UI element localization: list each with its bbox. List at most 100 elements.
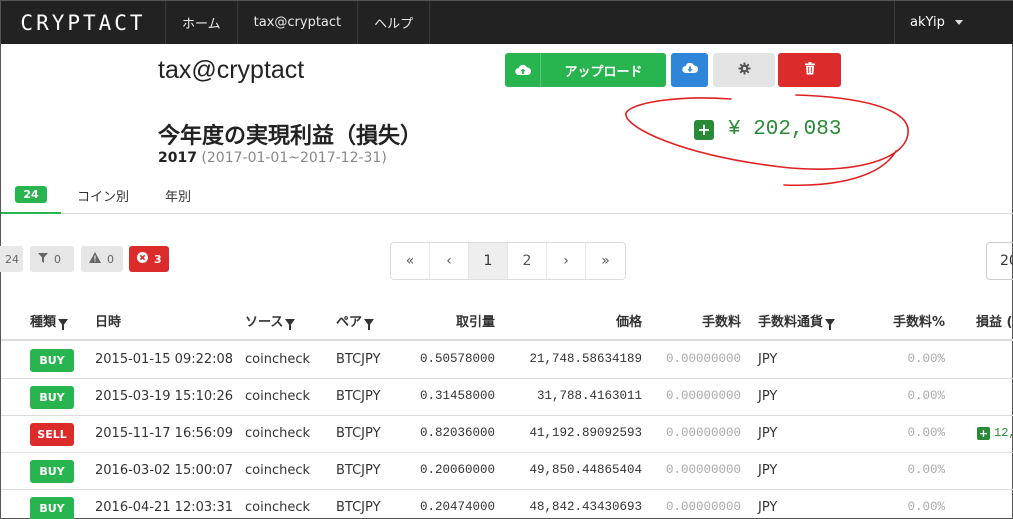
upload-button[interactable]: アップロード: [505, 53, 666, 87]
cell-pnl: +12,: [977, 426, 1013, 440]
cell-fee: 0.00000000: [665, 426, 741, 440]
cell-price: 21,748.58634189: [529, 352, 642, 366]
cell-datetime: 2015-03-19 15:10:26: [95, 389, 234, 404]
gear-icon: [737, 61, 751, 79]
filter-errors-button[interactable]: 3: [129, 246, 169, 272]
col-source[interactable]: ソース: [245, 311, 296, 330]
profit-year: 2017: [158, 150, 197, 166]
col-fee-pct[interactable]: 手数料%: [871, 311, 945, 330]
cell-pair: BTCJPY: [336, 352, 381, 367]
page-2[interactable]: 2: [508, 243, 547, 279]
table-row[interactable]: BUY 2016-03-02 15:00:07 coincheck BTCJPY 0.2…: [1, 453, 1013, 490]
col-source-label: ソース: [245, 315, 284, 330]
cell-fee: 0.00000000: [665, 500, 741, 514]
cell-source: coincheck: [245, 389, 311, 404]
cell-datetime: 2015-01-15 09:22:08: [95, 352, 234, 367]
cell-fee-pct: 0.00%: [907, 426, 945, 440]
cell-price: 49,850.44865404: [529, 463, 642, 477]
nav-help[interactable]: ヘルプ: [358, 1, 431, 44]
profit-year-range: (2017-01-01~2017-12-31): [201, 150, 387, 166]
warning-icon: [89, 252, 101, 266]
type-badge: BUY: [30, 386, 74, 409]
table-row[interactable]: BUY 2015-01-15 09:22:08 coincheck BTCJPY 0.5…: [1, 342, 1013, 379]
filter-icon: [285, 319, 296, 330]
col-fee-currency-label: 手数料通貨: [758, 315, 824, 330]
account-title: tax@cryptact: [158, 56, 305, 84]
cell-fee-currency: JPY: [758, 389, 778, 404]
cell-pair: BTCJPY: [336, 426, 381, 441]
cell-volume: 0.20060000: [419, 463, 495, 477]
cell-fee-currency: JPY: [758, 500, 778, 515]
view-tabs: 24 コイン別 年別: [1, 177, 1013, 214]
page-last[interactable]: »: [586, 243, 625, 279]
cell-fee-currency: JPY: [758, 463, 778, 478]
filter-warnings-button[interactable]: 0: [81, 246, 123, 272]
error-circle-icon: [137, 252, 148, 266]
table-row[interactable]: BUY 2016-04-21 12:03:31 coincheck BTCJPY 0.2…: [1, 490, 1013, 519]
tab-by-coin[interactable]: コイン別: [77, 177, 129, 214]
cell-volume: 0.31458000: [419, 389, 495, 403]
col-price[interactable]: 価格: [541, 311, 642, 330]
page-first[interactable]: «: [391, 243, 430, 279]
filtered-count: 0: [54, 252, 61, 266]
filter-icon: [58, 319, 69, 330]
page-prev[interactable]: ‹: [430, 243, 469, 279]
col-volume[interactable]: 取引量: [401, 311, 495, 330]
cell-source: coincheck: [245, 500, 311, 515]
tab-by-year[interactable]: 年別: [165, 177, 191, 214]
type-badge: SELL: [30, 423, 74, 446]
brand-logo[interactable]: CRYPTACT: [1, 1, 166, 44]
nav-account[interactable]: tax@cryptact: [238, 1, 359, 44]
user-menu[interactable]: akYip: [894, 1, 1013, 44]
cell-fee-pct: 0.00%: [907, 463, 945, 477]
col-pnl[interactable]: 損益 (: [976, 311, 1012, 330]
cell-fee: 0.00000000: [665, 463, 741, 477]
nav-home[interactable]: ホーム: [166, 1, 238, 44]
cell-pair: BTCJPY: [336, 463, 381, 478]
plus-square-icon: +: [977, 426, 990, 440]
red-circle-annotation: [625, 94, 909, 187]
cell-source: coincheck: [245, 463, 311, 478]
filter-all-button[interactable]: 24: [0, 246, 23, 272]
tab-all[interactable]: 24: [1, 177, 61, 214]
col-datetime[interactable]: 日時: [95, 311, 121, 330]
col-fee-currency[interactable]: 手数料通貨: [758, 311, 836, 330]
filter-icon: [38, 252, 48, 266]
page-1[interactable]: 1: [469, 243, 508, 279]
cell-fee-currency: JPY: [758, 426, 778, 441]
page-next[interactable]: ›: [547, 243, 586, 279]
cell-fee: 0.00000000: [665, 352, 741, 366]
cell-fee-currency: JPY: [758, 352, 778, 367]
type-badge: BUY: [30, 349, 74, 372]
cell-datetime: 2015-11-17 16:56:09: [95, 426, 234, 441]
cell-source: coincheck: [245, 426, 311, 441]
all-count: 24: [5, 252, 19, 266]
cell-fee: 0.00000000: [665, 389, 741, 403]
cell-source: coincheck: [245, 352, 311, 367]
col-fee[interactable]: 手数料: [661, 311, 741, 330]
profit-title: 今年度の実現利益（損失）: [158, 124, 423, 149]
settings-button[interactable]: [713, 53, 775, 87]
cloud-upload-icon: [505, 53, 541, 87]
cell-datetime: 2016-03-02 15:00:07: [95, 463, 234, 478]
table-row[interactable]: BUY 2015-03-19 15:10:26 coincheck BTCJPY 0.3…: [1, 379, 1013, 416]
cell-price: 31,788.4163011: [536, 389, 642, 403]
tab-count-badge: 24: [15, 186, 47, 203]
col-pair[interactable]: ペア: [336, 311, 375, 330]
download-button[interactable]: [671, 53, 708, 87]
page-size-select[interactable]: 20: [986, 242, 1013, 280]
cell-pair: BTCJPY: [336, 389, 381, 404]
error-count: 3: [154, 252, 162, 266]
user-name: akYip: [910, 15, 945, 30]
col-type[interactable]: 種類: [30, 311, 69, 330]
filter-filtered-button[interactable]: 0: [30, 246, 74, 272]
delete-button[interactable]: [778, 53, 841, 87]
cell-price: 41,192.89092593: [529, 426, 642, 440]
cell-volume: 0.82036000: [419, 426, 495, 440]
table-row[interactable]: SELL 2015-11-17 16:56:09 coincheck BTCJPY 0.…: [1, 416, 1013, 453]
caret-down-icon: [954, 20, 963, 25]
cell-fee-pct: 0.00%: [907, 389, 945, 403]
warning-count: 0: [107, 252, 114, 266]
upload-label: アップロード: [564, 64, 643, 80]
